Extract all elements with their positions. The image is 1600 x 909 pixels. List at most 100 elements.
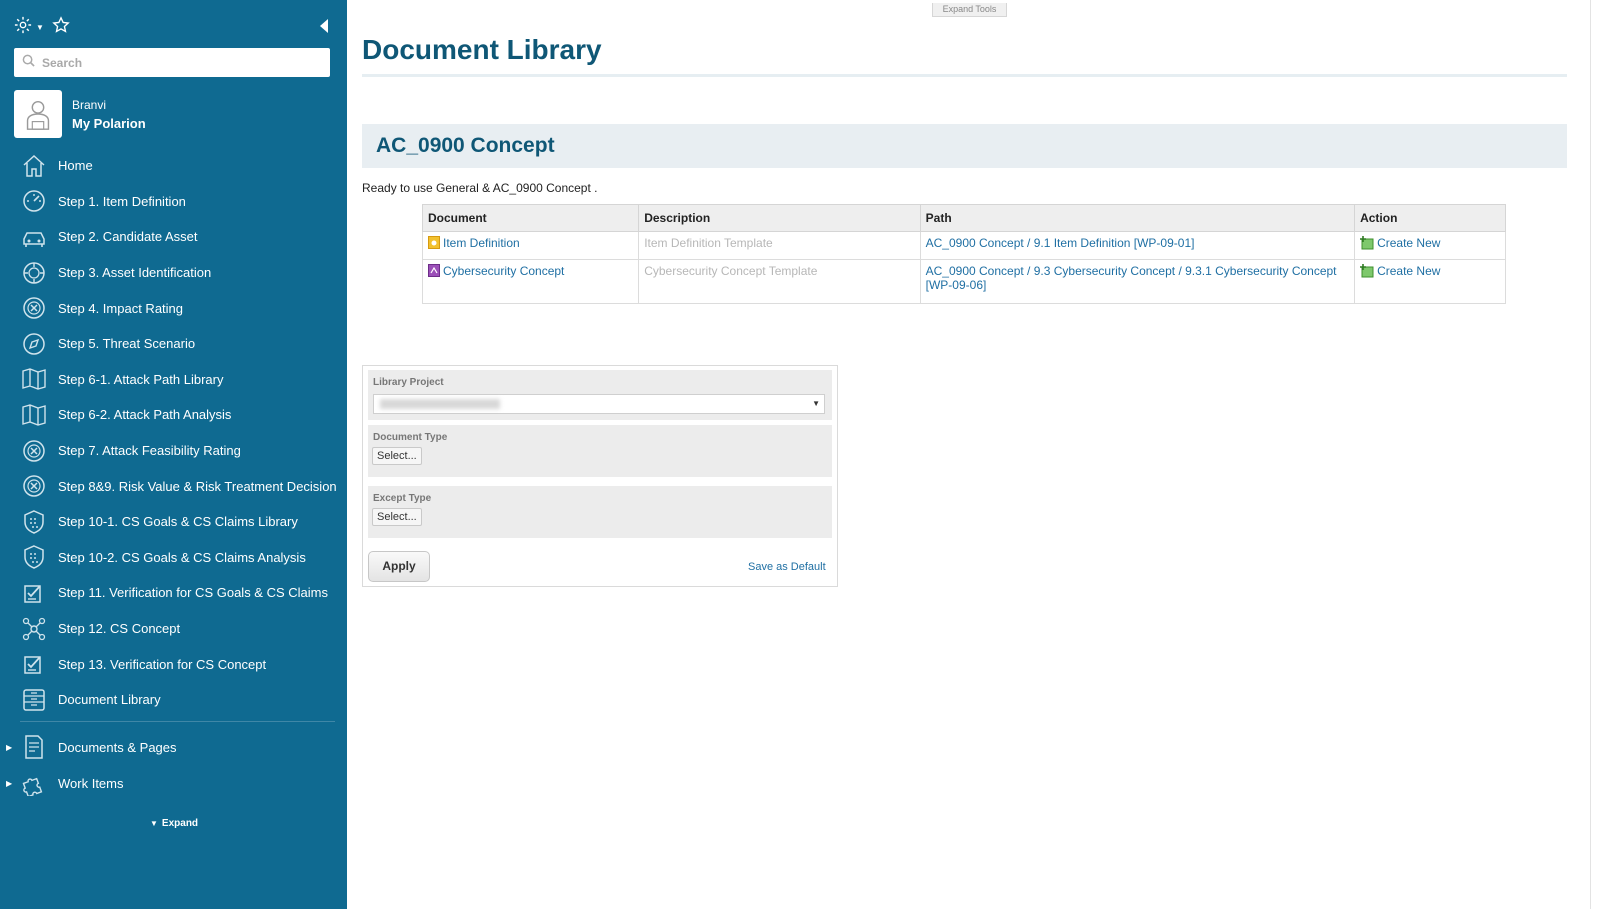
path-link[interactable]: AC_0900 Concept / 9.3 Cybersecurity Conc… <box>919 259 1356 304</box>
column-header-path[interactable]: Path <box>919 204 1356 232</box>
document-link[interactable]: Cybersecurity Concept <box>443 264 564 278</box>
sidebar-toolbar: ▼ <box>14 16 70 39</box>
sidebar-item-document-library[interactable]: Document Library <box>0 682 347 718</box>
description-cell: Cybersecurity Concept Template <box>638 259 921 304</box>
user-name: Branvi <box>72 97 107 112</box>
column-header-description[interactable]: Description <box>638 204 921 232</box>
path-link[interactable]: AC_0900 Concept / 9.1 Item Definition [W… <box>919 231 1356 260</box>
document-yellow-icon <box>428 236 440 249</box>
title-divider <box>362 74 1567 77</box>
sidebar-item-step-12[interactable]: Step 12. CS Concept <box>0 611 347 647</box>
home-icon <box>20 153 48 179</box>
create-new-button[interactable]: Create New <box>1360 236 1440 250</box>
expand-button[interactable]: ▼ Expand <box>150 818 198 829</box>
document-icon <box>20 734 48 760</box>
save-as-default-link[interactable]: Save as Default <box>748 561 826 573</box>
sidebar-item-label: Step 11. Verification for CS Goals & CS … <box>58 585 328 601</box>
sidebar-item-home[interactable]: Home <box>0 148 347 184</box>
document-cell: Cybersecurity Concept <box>421 259 640 304</box>
sidebar-item-step-11[interactable]: Step 11. Verification for CS Goals & CS … <box>0 575 347 611</box>
sidebar-item-step-10-1[interactable]: Step 10-1. CS Goals & CS Claims Library <box>0 504 347 540</box>
map-icon <box>20 366 48 392</box>
circle-x-icon <box>20 473 48 499</box>
circle-x-icon <box>20 295 48 321</box>
action-cell: Create New <box>1354 231 1506 260</box>
create-new-label: Create New <box>1377 264 1441 278</box>
apply-button[interactable]: Apply <box>368 551 430 582</box>
table-row: Item Definition Item Definition Template… <box>421 231 1506 260</box>
sidebar-item-step-7[interactable]: Step 7. Attack Feasibility Rating <box>0 433 347 469</box>
action-cell: Create New <box>1354 259 1506 304</box>
document-type-group: Document Type Select... <box>368 425 832 477</box>
library-project-group: Library Project ▼ <box>368 370 832 420</box>
sidebar-item-step-6-2[interactable]: Step 6-2. Attack Path Analysis <box>0 397 347 433</box>
gear-icon[interactable] <box>14 16 32 39</box>
table-header-row: Document Description Path Action <box>421 204 1506 232</box>
column-header-action[interactable]: Action <box>1354 204 1506 232</box>
chevron-down-icon[interactable]: ▼ <box>36 23 44 32</box>
expand-arrow-icon[interactable]: ▶ <box>6 779 14 788</box>
checklist-icon <box>20 651 48 677</box>
sidebar-item-label: Document Library <box>58 692 161 708</box>
search-input[interactable] <box>42 55 302 70</box>
avatar[interactable] <box>14 90 62 138</box>
collapse-sidebar-icon[interactable] <box>319 18 329 34</box>
compass-icon <box>20 331 48 357</box>
sidebar-item-label: Step 10-1. CS Goals & CS Claims Library <box>58 514 298 530</box>
sidebar-item-step-8-9[interactable]: Step 8&9. Risk Value & Risk Treatment De… <box>0 468 347 504</box>
document-table: Document Description Path Action Item De… <box>421 204 1506 304</box>
sidebar-item-label: Step 6-1. Attack Path Library <box>58 371 224 387</box>
sidebar-item-step-10-2[interactable]: Step 10-2. CS Goals & CS Claims Analysis <box>0 540 347 576</box>
sidebar-item-step-6-1[interactable]: Step 6-1. Attack Path Library <box>0 362 347 398</box>
sidebar-item-label: Step 6-2. Attack Path Analysis <box>58 407 232 423</box>
map-icon <box>20 402 48 428</box>
filter-panel: Library Project ▼ Document Type Select..… <box>362 365 838 587</box>
sidebar-group-documents-pages[interactable]: ▶ Documents & Pages <box>0 729 347 765</box>
sidebar-item-step-2[interactable]: Step 2. Candidate Asset <box>0 219 347 255</box>
puzzle-icon <box>20 770 48 796</box>
scrollbar[interactable] <box>1590 0 1600 909</box>
expand-tools-button[interactable]: Expand Tools <box>932 3 1007 17</box>
sidebar-item-label: Step 5. Threat Scenario <box>58 336 196 352</box>
except-type-label: Except Type <box>373 493 432 504</box>
library-project-select[interactable]: ▼ <box>373 394 825 414</box>
expand-label: Expand <box>161 818 199 829</box>
sidebar-item-step-4[interactable]: Step 4. Impact Rating <box>0 290 347 326</box>
sidebar-item-step-3[interactable]: Step 3. Asset Identification <box>0 255 347 291</box>
sidebar-groups: ▶ Documents & Pages ▶ Work Items <box>0 729 347 801</box>
dropdown-arrow-icon: ▼ <box>812 399 820 408</box>
sidebar-item-label: Step 1. Item Definition <box>58 193 186 209</box>
add-document-icon <box>1360 236 1374 250</box>
description-cell: Item Definition Template <box>638 231 921 260</box>
sidebar-item-step-5[interactable]: Step 5. Threat Scenario <box>0 326 347 362</box>
add-document-icon <box>1360 264 1374 278</box>
circle-x-icon <box>20 438 48 464</box>
sidebar-item-label: Step 7. Attack Feasibility Rating <box>58 443 241 459</box>
library-icon <box>20 687 48 713</box>
sidebar-group-work-items[interactable]: ▶ Work Items <box>0 765 347 801</box>
sidebar-item-label: Home <box>58 158 93 174</box>
my-polarion-link[interactable]: My Polarion <box>72 116 146 131</box>
dashboard-icon <box>20 188 48 214</box>
star-icon[interactable] <box>52 16 70 39</box>
document-link[interactable]: Item Definition <box>443 236 520 250</box>
except-type-select-button[interactable]: Select... <box>372 508 422 526</box>
sidebar-item-step-13[interactable]: Step 13. Verification for CS Concept <box>0 646 347 682</box>
document-type-select-button[interactable]: Select... <box>372 447 422 465</box>
ready-text: Ready to use General & AC_0900 Concept . <box>362 181 598 195</box>
sidebar-nav: Home Step 1. Item Definition Step 2. Can… <box>0 148 347 718</box>
car-icon <box>20 224 48 250</box>
create-new-label: Create New <box>1377 236 1441 250</box>
checklist-icon <box>20 580 48 606</box>
user-card[interactable]: Branvi My Polarion <box>14 90 146 138</box>
column-header-document[interactable]: Document <box>421 204 640 232</box>
sidebar-item-label: Step 12. CS Concept <box>58 621 181 637</box>
expand-arrow-icon[interactable]: ▶ <box>6 743 14 752</box>
sidebar-item-label: Step 10-2. CS Goals & CS Claims Analysis <box>58 549 306 565</box>
sidebar-item-label: Step 8&9. Risk Value & Risk Treatment De… <box>58 478 337 494</box>
library-project-label: Library Project <box>373 377 444 388</box>
sidebar-item-step-1[interactable]: Step 1. Item Definition <box>0 184 347 220</box>
create-new-button[interactable]: Create New <box>1360 264 1440 278</box>
shield-icon <box>20 509 48 535</box>
search-icon <box>22 54 35 72</box>
